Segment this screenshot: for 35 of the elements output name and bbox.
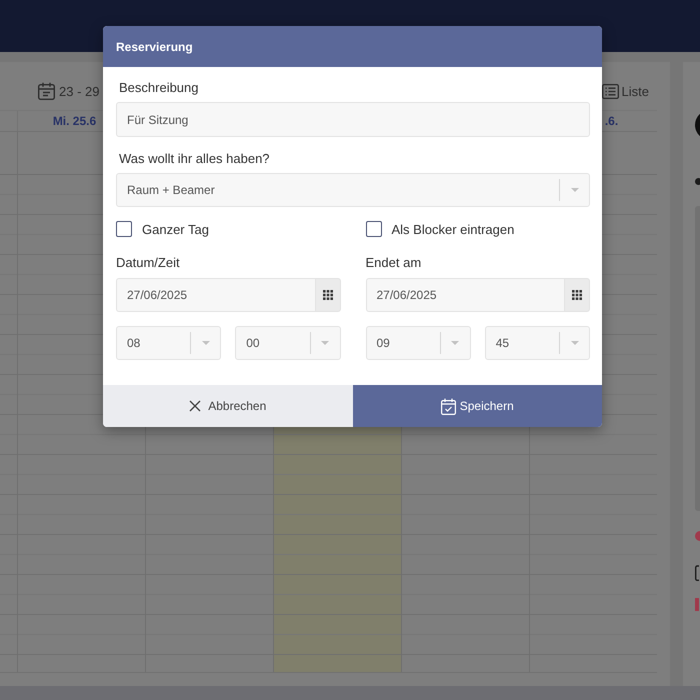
caret-icon	[202, 341, 210, 345]
caret-icon	[321, 341, 329, 345]
checkbox[interactable]	[366, 221, 382, 237]
caret-icon	[451, 341, 460, 345]
date-input[interactable]: 27/06/2025	[116, 278, 314, 312]
dropdown[interactable]: 00	[235, 326, 340, 360]
calendar-check-icon	[440, 398, 456, 414]
calendar-icon	[38, 82, 55, 100]
checkbox[interactable]	[116, 221, 132, 237]
cancel-button[interactable]: Abbrechen	[103, 385, 352, 427]
close-icon	[189, 400, 202, 412]
field-label: Endet am	[366, 255, 422, 271]
dropdown[interactable]: Raum + Beamer	[116, 173, 590, 207]
caret-icon	[570, 188, 578, 192]
day-header: Mi. 25.6	[52, 114, 96, 128]
dialog-title: Reservierung	[116, 40, 193, 54]
grid-icon	[572, 290, 582, 300]
checkbox-label: Als Blocker eintragen	[392, 222, 514, 236]
dropdown[interactable]: 09	[366, 326, 471, 360]
field-label: Datum/Zeit	[116, 255, 180, 271]
calendar-button[interactable]	[314, 278, 340, 312]
grid-icon	[322, 290, 332, 300]
dropdown[interactable]: 08	[116, 326, 222, 360]
calendar-button[interactable]	[564, 278, 590, 312]
dropdown[interactable]: 45	[484, 326, 590, 360]
date-input[interactable]: 27/06/2025	[366, 278, 564, 312]
caret-icon	[570, 341, 578, 345]
text-input[interactable]: Für Sitzung	[116, 102, 590, 137]
field-label: Was wollt ihr alles haben?	[119, 151, 270, 167]
day-header: .6.	[604, 114, 618, 128]
marker-icon	[695, 598, 699, 611]
field-label: Beschreibung	[119, 80, 198, 96]
checkbox-label: Ganzer Tag	[142, 222, 209, 236]
save-button[interactable]: Speichern	[352, 385, 602, 427]
list-icon	[602, 84, 619, 98]
